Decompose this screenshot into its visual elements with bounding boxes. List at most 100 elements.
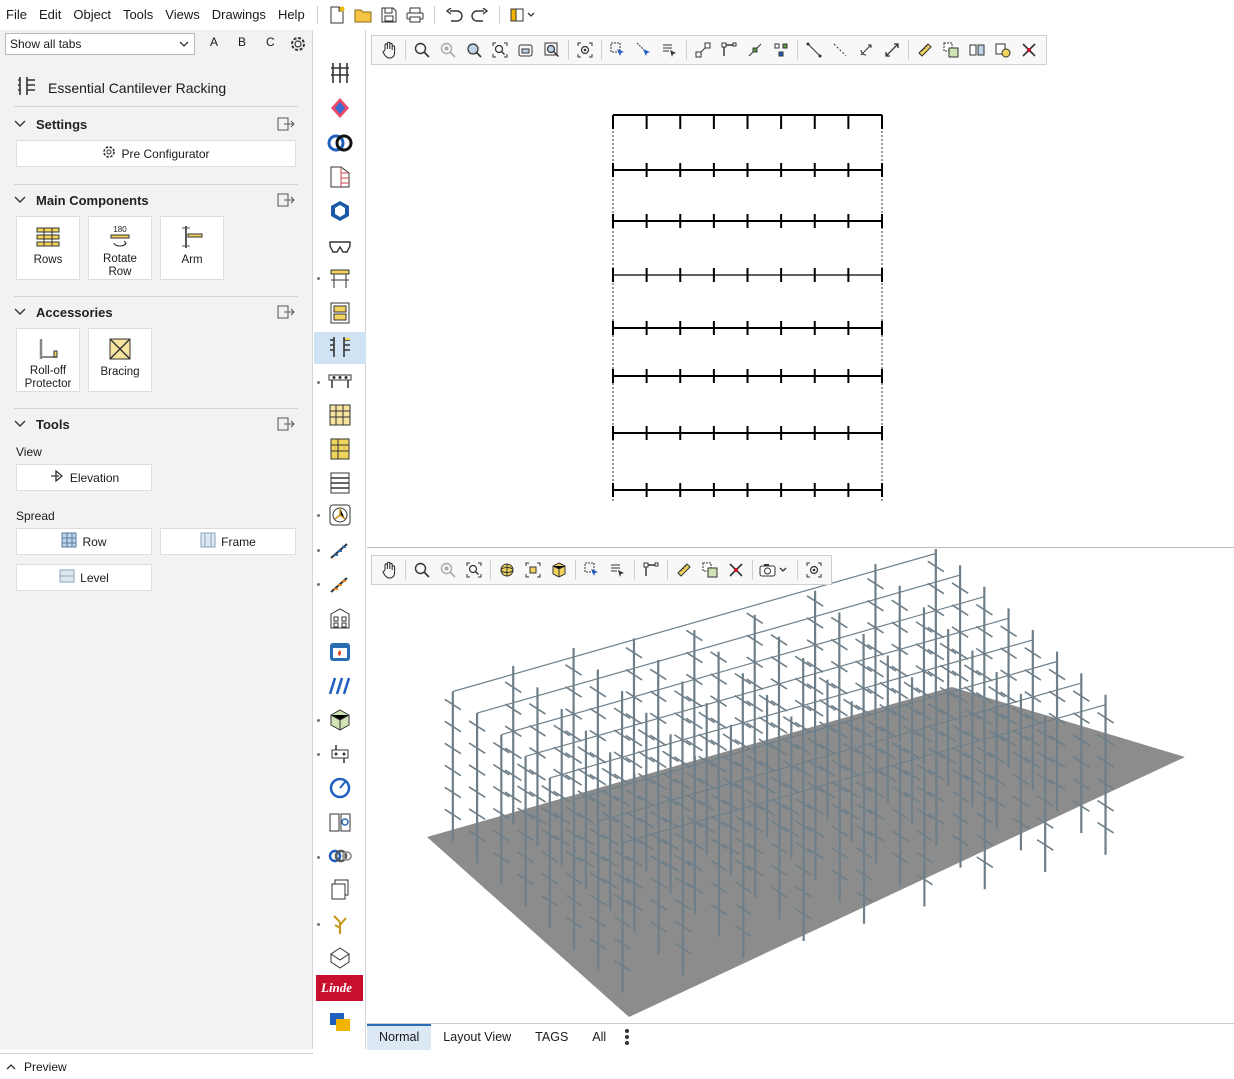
filter-letter-b[interactable]: B bbox=[238, 35, 246, 49]
snap-corner-icon[interactable] bbox=[716, 38, 742, 62]
dimension-icon[interactable] bbox=[879, 38, 905, 62]
zoom-in-icon[interactable] bbox=[435, 558, 461, 582]
zoom-icon[interactable] bbox=[409, 38, 435, 62]
camera-dropdown-icon[interactable] bbox=[756, 558, 794, 582]
save-icon[interactable] bbox=[378, 4, 400, 26]
rotate-3d-icon[interactable] bbox=[853, 38, 879, 62]
focus-target-icon[interactable] bbox=[572, 38, 598, 62]
module-building[interactable] bbox=[314, 603, 366, 635]
snap-corner-icon[interactable] bbox=[638, 558, 664, 582]
module-catalog[interactable] bbox=[314, 807, 366, 839]
plan-viewport[interactable] bbox=[367, 30, 1234, 548]
undo-icon[interactable] bbox=[443, 4, 465, 26]
rows-tile[interactable]: Rows bbox=[16, 216, 80, 280]
module-boxes[interactable] bbox=[314, 705, 366, 737]
menu-drawings[interactable]: Drawings bbox=[206, 0, 272, 30]
module-rings[interactable] bbox=[314, 128, 366, 160]
spread-frame-button[interactable]: Frame bbox=[160, 528, 296, 555]
export-section-icon[interactable] bbox=[277, 117, 295, 134]
zoom-object-icon[interactable] bbox=[513, 38, 539, 62]
module-staircase[interactable] bbox=[314, 569, 366, 601]
open-folder-icon[interactable] bbox=[352, 4, 374, 26]
timer-settings-icon[interactable] bbox=[990, 38, 1016, 62]
arm-tile[interactable]: Arm bbox=[160, 216, 224, 280]
array-icon[interactable] bbox=[964, 38, 990, 62]
select-crossing-icon[interactable] bbox=[631, 38, 657, 62]
bracing-tile[interactable]: Bracing bbox=[88, 328, 152, 392]
module-overlay[interactable] bbox=[314, 1007, 366, 1039]
select-list-icon[interactable] bbox=[605, 558, 631, 582]
pre-configurator-button[interactable]: Pre Configurator bbox=[16, 140, 296, 167]
zoom-extents-3d-icon[interactable] bbox=[520, 558, 546, 582]
spread-level-button[interactable]: Level bbox=[16, 564, 152, 591]
redo-icon[interactable] bbox=[469, 4, 491, 26]
module-connector[interactable] bbox=[314, 739, 366, 771]
module-gauge[interactable] bbox=[314, 773, 366, 805]
module-sprinkler[interactable] bbox=[314, 500, 366, 532]
module-carton-flow[interactable] bbox=[314, 298, 366, 330]
tabs-filter-select[interactable]: Show all tabs bbox=[5, 33, 195, 55]
menu-file[interactable]: File bbox=[0, 0, 33, 30]
filter-letter-a[interactable]: A bbox=[210, 35, 218, 49]
module-cantilever-racking[interactable] bbox=[314, 332, 366, 364]
menu-edit[interactable]: Edit bbox=[33, 0, 67, 30]
module-lines[interactable] bbox=[314, 671, 366, 703]
copy-move-icon[interactable] bbox=[697, 558, 723, 582]
module-glasses[interactable] bbox=[314, 230, 366, 262]
module-shelving[interactable] bbox=[314, 93, 366, 125]
snap-nodes-icon[interactable] bbox=[768, 38, 794, 62]
module-conveyor[interactable] bbox=[314, 366, 366, 398]
module-mezzanine[interactable] bbox=[314, 263, 366, 295]
module-shuttle[interactable] bbox=[314, 434, 366, 466]
orbit-globe-icon[interactable] bbox=[494, 558, 520, 582]
roll-off-protector-tile[interactable]: Roll-off Protector bbox=[16, 328, 80, 392]
module-flow-racking[interactable] bbox=[314, 468, 366, 500]
measure-ruler-icon[interactable] bbox=[912, 38, 938, 62]
menu-object[interactable]: Object bbox=[67, 0, 117, 30]
module-pallet-racking[interactable] bbox=[314, 58, 366, 90]
print-icon[interactable] bbox=[404, 4, 426, 26]
snap-midpoint-icon[interactable] bbox=[742, 38, 768, 62]
module-drive-in[interactable] bbox=[314, 400, 366, 432]
select-icon[interactable] bbox=[605, 38, 631, 62]
zoom-window-icon[interactable] bbox=[461, 558, 487, 582]
select-list-icon[interactable] bbox=[657, 38, 683, 62]
section-settings-header[interactable]: Settings bbox=[14, 117, 87, 132]
menu-help[interactable]: Help bbox=[272, 0, 311, 30]
3d-viewport[interactable] bbox=[367, 549, 1234, 1023]
module-links[interactable] bbox=[314, 841, 366, 873]
measure-ruler-icon[interactable] bbox=[671, 558, 697, 582]
zoom-icon[interactable] bbox=[409, 558, 435, 582]
export-section-icon[interactable] bbox=[277, 305, 295, 322]
export-section-icon[interactable] bbox=[277, 193, 295, 210]
pan-hand-icon[interactable] bbox=[376, 558, 402, 582]
layout-dropdown-icon[interactable] bbox=[508, 4, 542, 26]
delete-x-icon[interactable] bbox=[723, 558, 749, 582]
filter-letter-c[interactable]: C bbox=[266, 35, 275, 49]
section-tools-header[interactable]: Tools bbox=[14, 417, 70, 432]
new-file-icon[interactable] bbox=[326, 4, 348, 26]
module-copy[interactable] bbox=[314, 875, 366, 907]
module-sketchup[interactable] bbox=[314, 196, 366, 228]
copy-move-icon[interactable] bbox=[938, 38, 964, 62]
dashed-line-icon[interactable] bbox=[827, 38, 853, 62]
module-robot[interactable] bbox=[314, 943, 366, 975]
module-stairs[interactable] bbox=[314, 535, 366, 567]
line-tool-icon[interactable] bbox=[801, 38, 827, 62]
tab-all[interactable]: All bbox=[580, 1024, 618, 1050]
gear-icon[interactable] bbox=[289, 35, 307, 56]
snap-grid-icon[interactable] bbox=[690, 38, 716, 62]
more-options-icon[interactable] bbox=[624, 1028, 630, 1046]
module-wall[interactable] bbox=[314, 162, 366, 194]
focus-target-icon[interactable] bbox=[801, 558, 827, 582]
pan-hand-icon[interactable] bbox=[376, 38, 402, 62]
elevation-button[interactable]: Elevation bbox=[16, 464, 152, 491]
select-icon[interactable] bbox=[579, 558, 605, 582]
preview-bar[interactable]: Preview bbox=[0, 1053, 313, 1079]
menu-views[interactable]: Views bbox=[159, 0, 205, 30]
rotate-row-tile[interactable]: 180 Rotate Row bbox=[88, 216, 152, 280]
view-cube-icon[interactable] bbox=[546, 558, 572, 582]
section-main-components-header[interactable]: Main Components bbox=[14, 193, 149, 208]
export-section-icon[interactable] bbox=[277, 417, 295, 434]
zoom-extents-icon[interactable] bbox=[461, 38, 487, 62]
